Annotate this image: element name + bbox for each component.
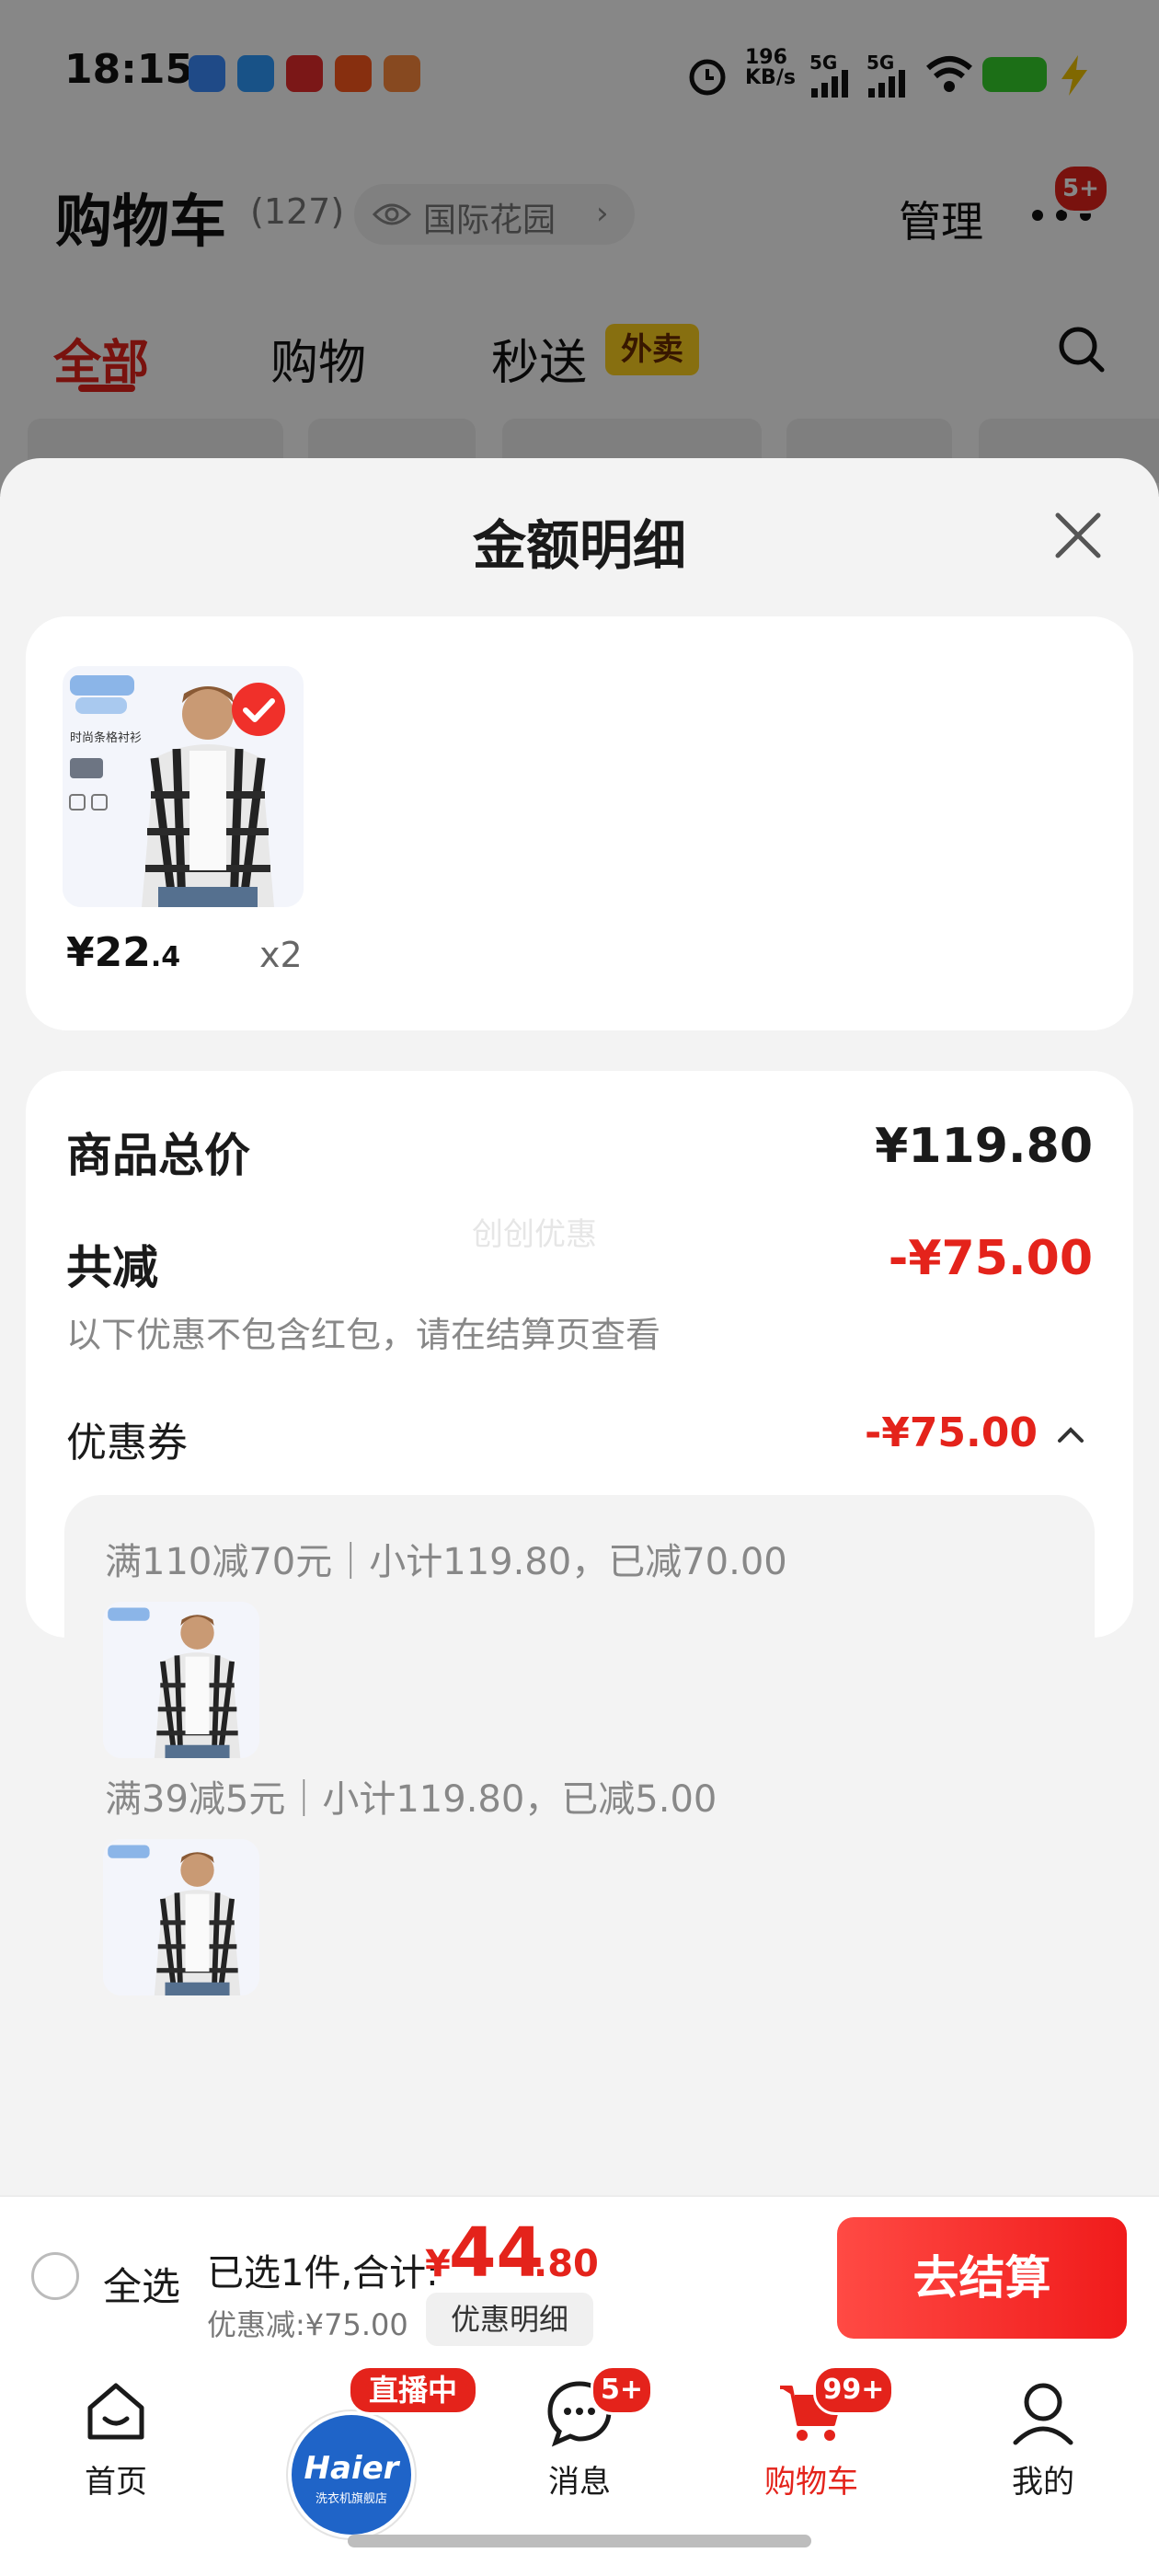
select-all-label[interactable]: 全选 xyxy=(103,2256,180,2312)
tab-me-label: 我的 xyxy=(1012,2464,1074,2501)
user-icon xyxy=(1013,2383,1073,2445)
close-icon[interactable] xyxy=(1049,506,1107,565)
coupon-product-image xyxy=(103,1602,259,1758)
product-thumbnail xyxy=(103,1602,259,1758)
coupon-label: 优惠券 xyxy=(66,1420,188,1466)
sheet-title: 金额明细 xyxy=(472,514,686,577)
cart-page-background: 18:15 196 KB/s 5G 5G 购物车 (127) 国际花园 › 管理… xyxy=(0,0,1159,497)
live-store-button[interactable]: Haier 洗衣机旗舰店 xyxy=(288,2411,415,2538)
discount-detail-button[interactable]: 优惠明细 xyxy=(426,2293,593,2346)
total-amount-int: 44 xyxy=(449,2214,544,2293)
tab-home[interactable]: 首页 xyxy=(42,2375,189,2501)
product-price-int: ¥22 xyxy=(66,929,151,976)
total-reduction-label: 共减 xyxy=(66,1241,158,1294)
modal-overlay[interactable] xyxy=(0,0,1159,497)
selection-summary: 已选1件,合计: xyxy=(207,2252,439,2294)
total-price-label: 商品总价 xyxy=(66,1129,250,1182)
product-price: ¥22.4 xyxy=(66,929,180,976)
total-price-value: ¥119.80 xyxy=(875,1119,1093,1174)
tab-me[interactable]: 我的 xyxy=(970,2375,1117,2501)
total-reduction-value: -¥75.00 xyxy=(888,1231,1093,1286)
checkout-bar: 全选 已选1件,合计: ¥ 44 .80 优惠减:¥75.00 优惠明细 去结算 xyxy=(0,2195,1159,2358)
coupon-rule: 满39减5元｜小计119.80，已减5.00 xyxy=(105,1778,717,1821)
product-thumbnail xyxy=(103,1839,259,1995)
product-quantity: x2 xyxy=(259,935,303,975)
home-icon xyxy=(87,2383,144,2440)
tab-messages-label: 消息 xyxy=(548,2464,611,2501)
select-all-radio[interactable] xyxy=(31,2252,79,2300)
discount-summary: 优惠减:¥75.00 xyxy=(207,2307,408,2342)
reduction-note: 以下优惠不包含红包，请在结算页查看 xyxy=(66,1315,661,1355)
brand-logo-text: Haier xyxy=(304,2450,399,2487)
checkout-button[interactable]: 去结算 xyxy=(837,2217,1127,2339)
total-currency: ¥ xyxy=(425,2243,451,2285)
messages-badge: 5+ xyxy=(591,2365,653,2415)
selected-check-icon[interactable] xyxy=(232,683,285,736)
live-badge: 直播中 xyxy=(348,2365,478,2415)
total-amount-dec: .80 xyxy=(534,2243,599,2285)
coupon-rule: 满110减70元｜小计119.80，已减70.00 xyxy=(105,1541,787,1583)
cart-badge: 99+ xyxy=(813,2365,894,2415)
tab-cart-label: 购物车 xyxy=(764,2464,858,2501)
product-card: 时尚条格衬衫 ¥22.4 x2 xyxy=(26,616,1133,1030)
coupon-value[interactable]: -¥75.00 xyxy=(670,1409,1038,1456)
watermark-text: 创创优惠 xyxy=(472,1216,597,1253)
chevron-up-icon[interactable] xyxy=(1054,1420,1087,1448)
product-image-caption: 时尚条格衬衫 xyxy=(70,730,142,745)
home-indicator[interactable] xyxy=(348,2535,811,2547)
product-price-dec: .4 xyxy=(150,941,181,973)
coupon-product-image xyxy=(103,1839,259,1995)
coupon-group: 满110减70元｜小计119.80，已减70.00 满39减5元｜小计119.8… xyxy=(64,1495,1095,2047)
amount-detail-sheet: 金额明细 时尚条格衬衫 ¥22.4 x2 商品总价 ¥119.80 创创优惠 共… xyxy=(0,458,1159,2197)
tab-home-label: 首页 xyxy=(85,2464,147,2501)
brand-subtitle: 洗衣机旗舰店 xyxy=(315,2492,387,2506)
